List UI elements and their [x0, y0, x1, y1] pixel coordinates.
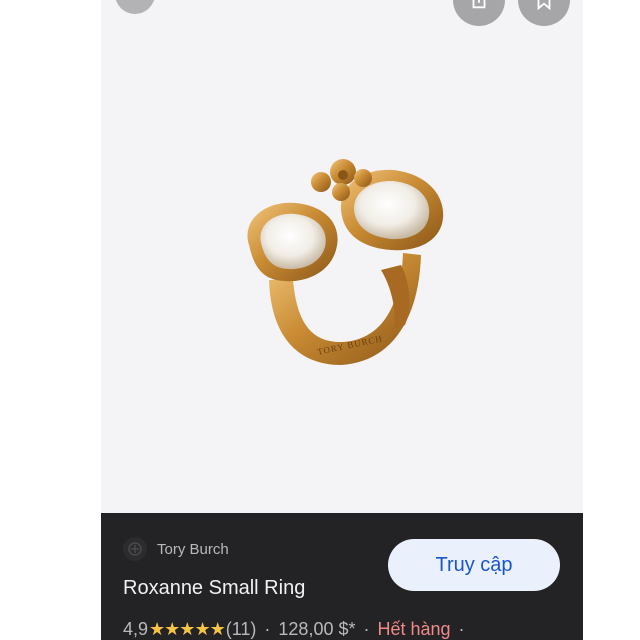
visit-button[interactable]: Truy cập	[388, 539, 560, 591]
close-button[interactable]	[115, 0, 155, 14]
product-info-panel: Tory Burch Roxanne Small Ring Truy cập 4…	[101, 513, 583, 640]
share-button[interactable]	[453, 0, 505, 26]
brand-name: Tory Burch	[157, 540, 229, 558]
brand-row[interactable]: Tory Burch	[123, 537, 229, 561]
bookmark-icon	[537, 0, 551, 11]
rating-stars: ★★★★★	[149, 619, 226, 639]
save-button[interactable]	[518, 0, 570, 26]
product-image[interactable]: TORY BURCH	[101, 40, 583, 510]
rating-value: 4,9	[123, 619, 149, 639]
availability-status: Hết hàng	[377, 619, 451, 639]
separator: ·	[264, 619, 271, 639]
tory-burch-logo-icon	[123, 537, 147, 561]
product-meta-row: 4,9 ★★★★★ (11) · 128,00 $* · Hết hàng ·	[123, 619, 473, 640]
share-icon	[472, 0, 486, 9]
review-count: (11)	[225, 619, 257, 639]
product-title[interactable]: Roxanne Small Ring	[123, 577, 305, 600]
close-icon	[130, 0, 140, 1]
price: 128,00 $*	[278, 619, 356, 639]
separator: ·	[363, 619, 370, 639]
lens-result-screen: TORY BURCH Tory Burch Roxanne Small Ring…	[101, 0, 583, 640]
separator: ·	[458, 619, 465, 639]
